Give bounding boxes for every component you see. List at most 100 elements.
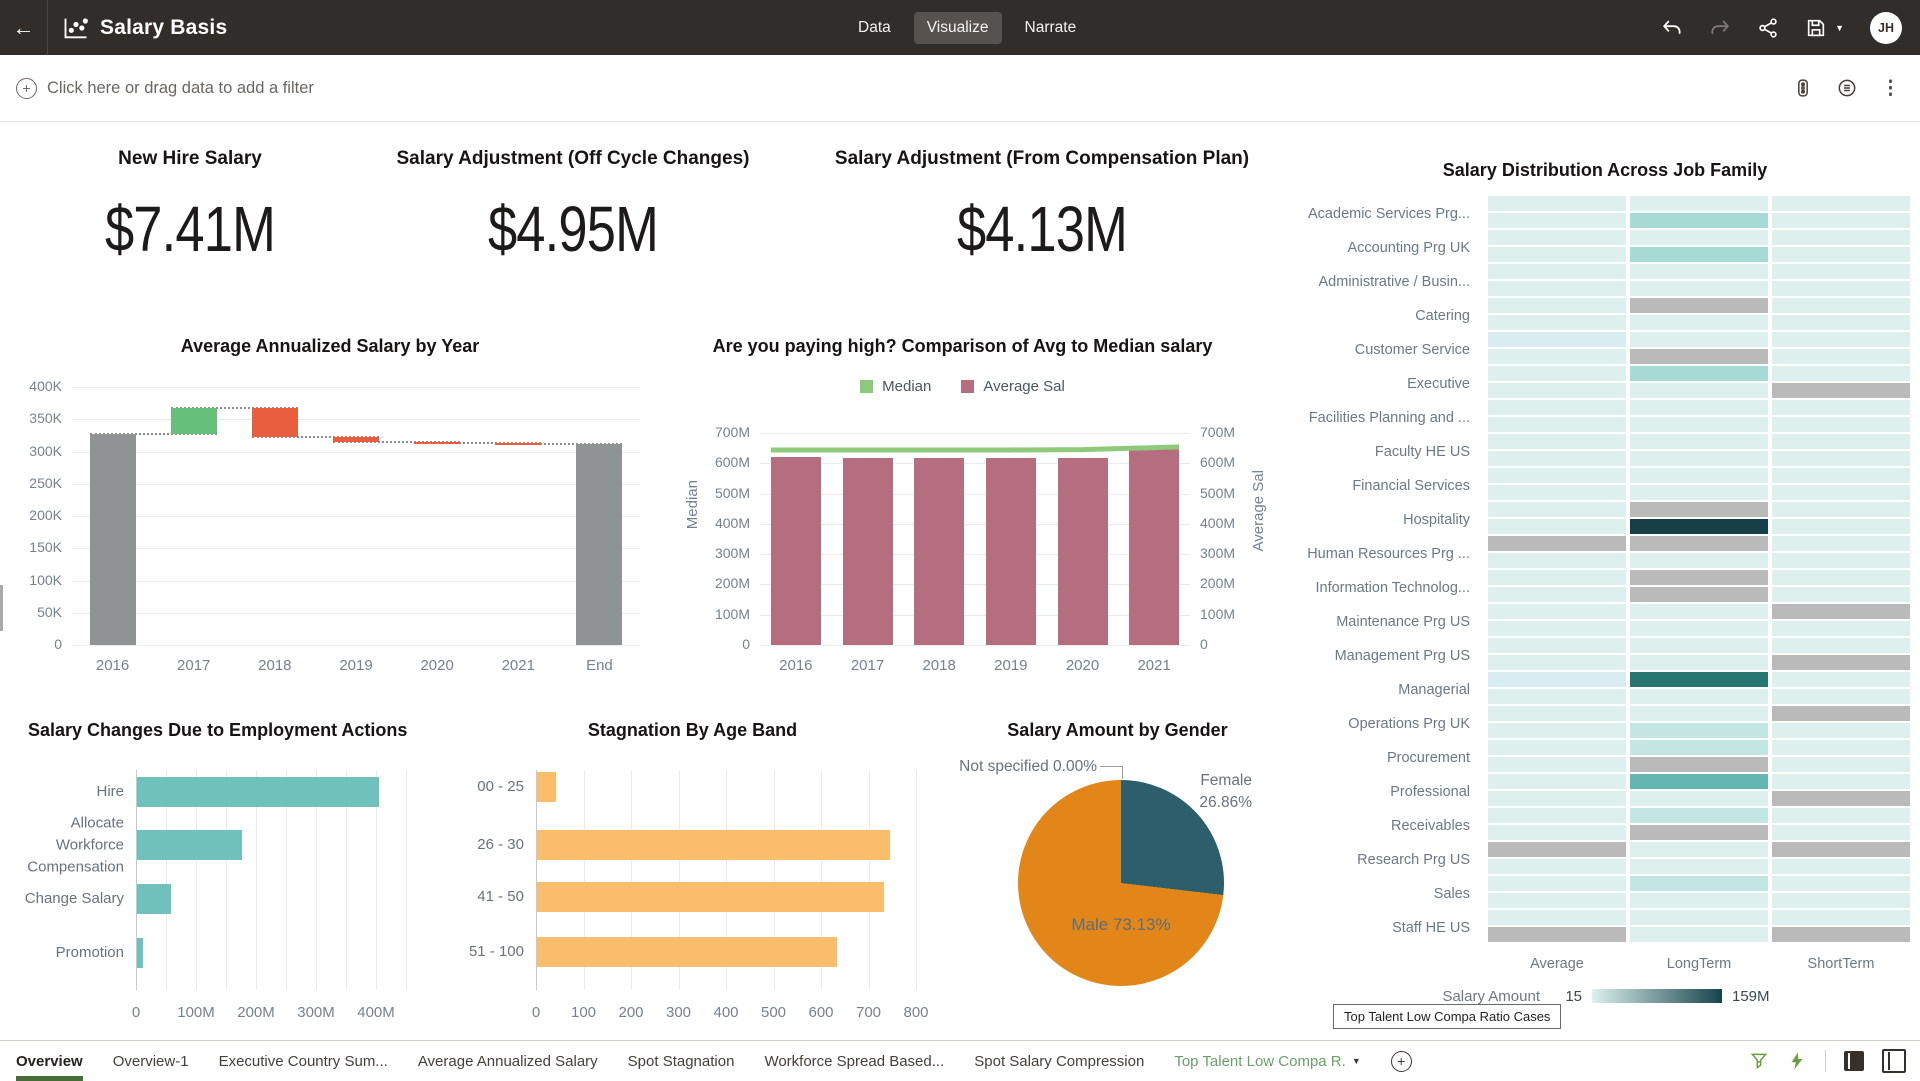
hbar[interactable] — [537, 772, 556, 802]
heatmap-cell[interactable] — [1630, 468, 1768, 483]
heatmap-cell[interactable] — [1488, 349, 1626, 364]
heatmap-cell[interactable] — [1630, 757, 1768, 772]
heatmap-cell[interactable] — [1772, 536, 1910, 551]
heatmap-cell[interactable] — [1772, 723, 1910, 738]
hbar[interactable] — [137, 938, 143, 968]
heatmap-cell[interactable] — [1488, 672, 1626, 687]
heatmap-cell[interactable] — [1772, 621, 1910, 636]
hbar[interactable] — [137, 884, 171, 914]
heatmap-cell[interactable] — [1630, 434, 1768, 449]
heatmap-cell[interactable] — [1488, 570, 1626, 585]
heatmap-cell[interactable] — [1488, 519, 1626, 534]
median-line[interactable] — [760, 426, 1190, 645]
heatmap-cell[interactable] — [1488, 536, 1626, 551]
heatmap-cell[interactable] — [1630, 842, 1768, 857]
heatmap-cell[interactable] — [1488, 757, 1626, 772]
heatmap-cell[interactable] — [1772, 740, 1910, 755]
heatmap-cell[interactable] — [1630, 230, 1768, 245]
heatmap-cell[interactable] — [1772, 281, 1910, 296]
header-tab-data[interactable]: Data — [845, 12, 904, 44]
heatmap-cell[interactable] — [1630, 570, 1768, 585]
heatmap-cell[interactable] — [1772, 893, 1910, 908]
canvas-tab-average-annualized-salary[interactable]: Average Annualized Salary — [418, 1041, 598, 1081]
heatmap-cell[interactable] — [1630, 400, 1768, 415]
kpi-value[interactable]: $7.41M — [51, 192, 330, 266]
vertical-scrollbar[interactable] — [0, 585, 3, 631]
heatmap-cell[interactable] — [1488, 502, 1626, 517]
heatmap-cell[interactable] — [1488, 859, 1626, 874]
undo-icon[interactable] — [1661, 17, 1683, 39]
heatmap-cell[interactable] — [1630, 689, 1768, 704]
heatmap-cell[interactable] — [1630, 791, 1768, 806]
heatmap-cell[interactable] — [1630, 298, 1768, 313]
canvas-tab-top-talent-low-compa-r[interactable]: Top Talent Low Compa R.▼ — [1174, 1041, 1360, 1081]
heatmap-chart[interactable]: Salary Distribution Across Job Family Ac… — [1290, 140, 1920, 1040]
heatmap-cell[interactable] — [1772, 434, 1910, 449]
heatmap-cell[interactable] — [1488, 621, 1626, 636]
heatmap-cell[interactable] — [1772, 298, 1910, 313]
heatmap-cell[interactable] — [1488, 434, 1626, 449]
heatmap-cell[interactable] — [1488, 315, 1626, 330]
waterfall-bar[interactable] — [252, 408, 298, 436]
gender-pie-chart[interactable]: Salary Amount by Gender Not specified 0.… — [945, 710, 1290, 1030]
heatmap-cell[interactable] — [1488, 910, 1626, 925]
heatmap-cell[interactable] — [1630, 774, 1768, 789]
heatmap-cell[interactable] — [1630, 451, 1768, 466]
panel-right-icon[interactable] — [1882, 1049, 1906, 1073]
heatmap-cell[interactable] — [1772, 417, 1910, 432]
heatmap-cell[interactable] — [1488, 485, 1626, 500]
heatmap-cell[interactable] — [1772, 383, 1910, 398]
heatmap-cell[interactable] — [1630, 502, 1768, 517]
heatmap-cell[interactable] — [1488, 332, 1626, 347]
funnel-icon[interactable] — [1749, 1051, 1769, 1071]
heatmap-cell[interactable] — [1772, 349, 1910, 364]
heatmap-cell[interactable] — [1488, 808, 1626, 823]
heatmap-cell[interactable] — [1488, 468, 1626, 483]
heatmap-cell[interactable] — [1630, 910, 1768, 925]
add-filter-button[interactable]: + Click here or drag data to add a filte… — [16, 55, 314, 121]
save-icon[interactable] — [1805, 17, 1827, 39]
stagnation-chart[interactable]: Stagnation By Age Band 01002003004005006… — [440, 710, 945, 1030]
heatmap-cell[interactable] — [1630, 349, 1768, 364]
heatmap-cell[interactable] — [1772, 910, 1910, 925]
heatmap-cell[interactable] — [1488, 655, 1626, 670]
heatmap-cell[interactable] — [1772, 842, 1910, 857]
avatar[interactable]: JH — [1870, 12, 1902, 44]
back-button[interactable]: ← — [0, 0, 48, 55]
heatmap-cell[interactable] — [1488, 553, 1626, 568]
heatmap-cell[interactable] — [1772, 825, 1910, 840]
heatmap-cell[interactable] — [1488, 876, 1626, 891]
heatmap-cell[interactable] — [1630, 536, 1768, 551]
save-caret-icon[interactable]: ▼ — [1835, 23, 1844, 33]
heatmap-cell[interactable] — [1772, 757, 1910, 772]
heatmap-cell[interactable] — [1630, 417, 1768, 432]
heatmap-cell[interactable] — [1772, 213, 1910, 228]
waterfall-bar[interactable] — [333, 437, 379, 442]
heatmap-cell[interactable] — [1772, 689, 1910, 704]
canvas-tab-workforce-spread-based[interactable]: Workforce Spread Based... — [764, 1041, 944, 1081]
heatmap-cell[interactable] — [1772, 774, 1910, 789]
header-tab-narrate[interactable]: Narrate — [1012, 12, 1090, 44]
heatmap-cell[interactable] — [1630, 519, 1768, 534]
heatmap-cell[interactable] — [1630, 740, 1768, 755]
kpi-value[interactable]: $4.13M — [862, 192, 1223, 266]
waterfall-bar[interactable] — [576, 444, 622, 645]
legend-item-median[interactable]: Median — [860, 378, 931, 395]
heatmap-cell[interactable] — [1630, 604, 1768, 619]
heatmap-cell[interactable] — [1630, 706, 1768, 721]
heatmap-cell[interactable] — [1772, 230, 1910, 245]
heatmap-cell[interactable] — [1488, 825, 1626, 840]
heatmap-cell[interactable] — [1488, 587, 1626, 602]
heatmap-cell[interactable] — [1630, 196, 1768, 211]
heatmap-cell[interactable] — [1630, 315, 1768, 330]
heatmap-cell[interactable] — [1772, 570, 1910, 585]
heatmap-cell[interactable] — [1772, 655, 1910, 670]
kebab-menu-icon[interactable]: ⋮ — [1881, 77, 1900, 100]
heatmap-cell[interactable] — [1630, 247, 1768, 262]
heatmap-cell[interactable] — [1772, 519, 1910, 534]
canvas-tab-overview[interactable]: Overview — [16, 1041, 83, 1081]
heatmap-cell[interactable] — [1630, 281, 1768, 296]
heatmap-cell[interactable] — [1488, 842, 1626, 857]
heatmap-cell[interactable] — [1488, 213, 1626, 228]
hbar[interactable] — [537, 882, 884, 912]
